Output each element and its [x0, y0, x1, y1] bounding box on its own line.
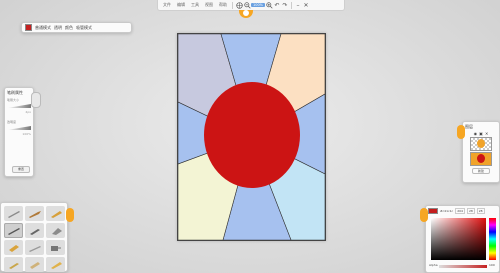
- pencil-tool[interactable]: [4, 206, 23, 221]
- menu-view[interactable]: 视图: [202, 2, 216, 8]
- g-value[interactable]: 28: [466, 208, 475, 214]
- menu-edit[interactable]: 编辑: [174, 2, 188, 8]
- brush-properties-panel: 笔刷属性 笔刷大小 4px 透明度 100% 重置: [4, 87, 34, 177]
- alpha-value: 100: [489, 263, 495, 267]
- brush-mode-label[interactable]: 普通模式: [35, 25, 51, 31]
- dropper-tool[interactable]: [25, 223, 44, 238]
- dropper-mode-label[interactable]: 吸管模式: [76, 25, 92, 31]
- brush-size-label: 笔刷大小: [7, 98, 20, 102]
- tools-panel-handle[interactable]: [66, 208, 74, 222]
- smudge-icon: [29, 261, 40, 269]
- menu-tools[interactable]: 工具: [188, 2, 202, 8]
- toolbar-divider: [232, 1, 233, 9]
- color-values-row: #c41c1c 204 28 28: [428, 208, 497, 214]
- layers-panel-handle[interactable]: [457, 125, 465, 139]
- redo-icon[interactable]: ↷: [281, 1, 289, 9]
- menu-help[interactable]: 帮助: [216, 2, 230, 8]
- hue-slider[interactable]: [489, 218, 496, 260]
- layer-thumbnail-2[interactable]: [470, 152, 492, 166]
- brush-props-title: 笔刷属性: [7, 90, 23, 95]
- palette-tool[interactable]: [46, 257, 65, 272]
- marker-tool[interactable]: [46, 206, 65, 221]
- brush-icon: [28, 210, 41, 218]
- delete-icon[interactable]: ✕: [485, 131, 488, 136]
- saturation-value-field[interactable]: [431, 218, 486, 260]
- alpha-label: Alpha: [429, 263, 438, 267]
- close-icon[interactable]: ✕: [302, 1, 310, 9]
- layers-panel: 图层 ◉ ▣ ✕ 新建: [462, 121, 500, 183]
- picker-panel-handle[interactable]: [420, 208, 428, 222]
- brush-panel-handle[interactable]: [31, 92, 41, 108]
- spray-tool[interactable]: [46, 240, 65, 255]
- pen-icon: [7, 227, 20, 235]
- red-circle[interactable]: [204, 82, 300, 188]
- smudge-tool[interactable]: [25, 257, 44, 272]
- opacity-label: 透明度: [7, 120, 17, 124]
- marker-icon: [50, 210, 62, 218]
- opacity-slider[interactable]: [7, 126, 31, 130]
- color-label[interactable]: 颜色: [65, 25, 73, 31]
- knife-tool[interactable]: [25, 240, 44, 255]
- layers-title: 图层: [465, 124, 473, 129]
- dropper-icon: [29, 228, 40, 235]
- transparent-label[interactable]: 透明: [54, 25, 62, 31]
- menu-file[interactable]: 文件: [160, 2, 174, 8]
- layer-thumbnail-1[interactable]: [470, 137, 492, 151]
- knife-icon: [28, 245, 41, 252]
- toolbar-divider: [291, 1, 293, 9]
- new-layer-button[interactable]: 新建: [472, 168, 490, 174]
- eraser-tool[interactable]: [46, 223, 65, 238]
- palette-icon: [50, 261, 62, 269]
- lock-icon[interactable]: ▣: [479, 131, 483, 136]
- drawing-canvas[interactable]: [177, 33, 326, 241]
- eye-icon[interactable]: ◉: [474, 131, 478, 136]
- pencil-icon: [7, 210, 20, 218]
- zoom-level[interactable]: 100%: [251, 3, 266, 7]
- zoom-in-icon[interactable]: [265, 1, 273, 9]
- undo-icon[interactable]: ↶: [273, 1, 281, 9]
- layer-2-preview: [477, 154, 485, 163]
- bucket-icon: [8, 244, 19, 252]
- pen-tool[interactable]: [4, 223, 23, 238]
- brush-options-bar: 普通模式 透明 颜色 吸管模式: [21, 22, 132, 33]
- brush-size-value: 4px: [25, 110, 31, 114]
- tools-panel: [0, 202, 68, 272]
- r-value[interactable]: 204: [455, 208, 465, 214]
- current-color-swatch[interactable]: [25, 24, 32, 31]
- reset-button[interactable]: 重置: [12, 166, 30, 173]
- brush-tool[interactable]: [25, 206, 44, 221]
- globe-icon[interactable]: [235, 1, 243, 9]
- eraser-icon: [51, 227, 62, 235]
- layer-tools: ◉ ▣ ✕: [465, 131, 497, 136]
- picker-swatch: [428, 208, 438, 214]
- active-tool-icon: [243, 10, 249, 16]
- opacity-value: 100%: [22, 132, 31, 136]
- minimize-icon[interactable]: –: [294, 1, 302, 9]
- stamp-icon: [8, 262, 19, 269]
- brush-size-slider[interactable]: [7, 104, 31, 108]
- layer-1-preview: [477, 139, 485, 148]
- alpha-slider[interactable]: [439, 265, 487, 268]
- spray-icon: [50, 245, 61, 251]
- bucket-tool[interactable]: [4, 240, 23, 255]
- zoom-out-icon[interactable]: [243, 1, 251, 9]
- stamp-tool[interactable]: [4, 257, 23, 272]
- color-picker-panel: #c41c1c 204 28 28 Alpha 100: [425, 205, 500, 273]
- hex-value[interactable]: #c41c1c: [440, 209, 453, 213]
- b-value[interactable]: 28: [476, 208, 485, 214]
